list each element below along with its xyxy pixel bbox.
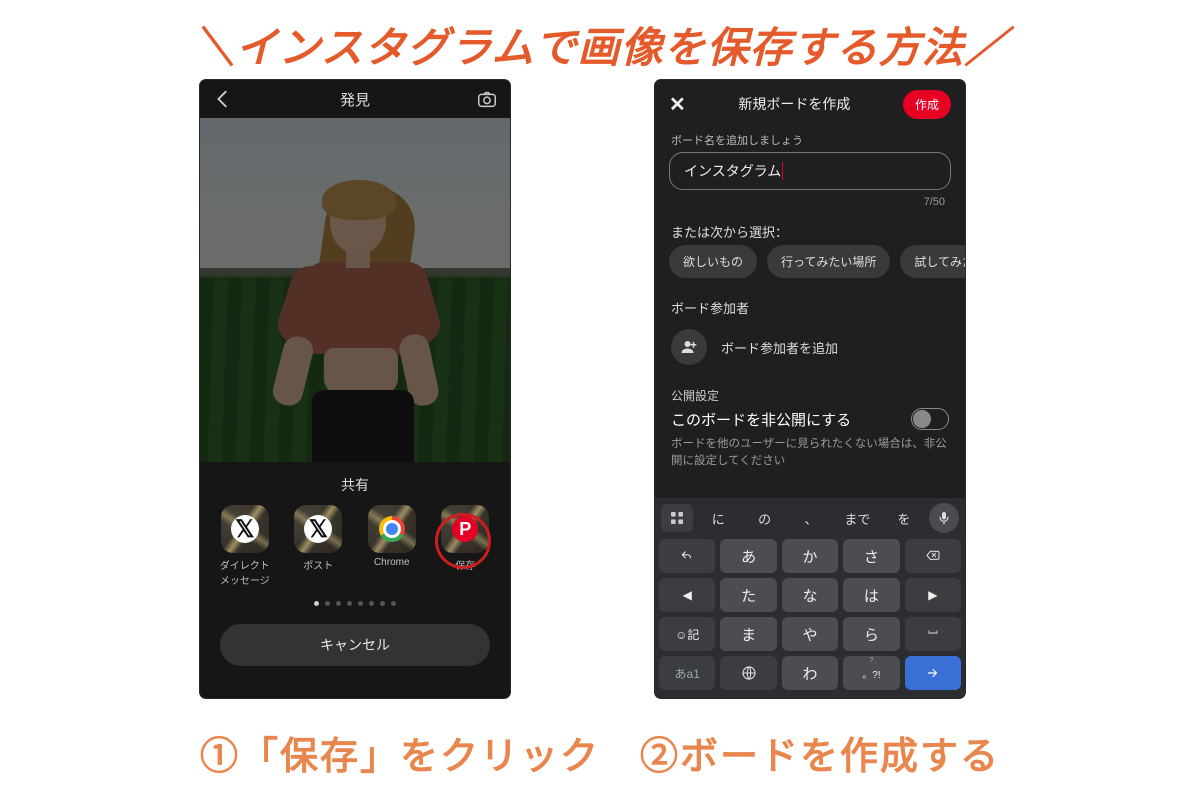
share-row: 𝕏 ダイレクト メッセージ 𝕏 ポスト Chrome P 保存 bbox=[200, 505, 510, 587]
key-backspace[interactable] bbox=[905, 539, 961, 573]
sugg-word[interactable]: の bbox=[743, 509, 785, 528]
participants-header: ボード参加者 bbox=[671, 298, 949, 317]
ig-photo[interactable] bbox=[200, 118, 510, 462]
pinterest-icon: P bbox=[452, 516, 478, 542]
key-ma[interactable]: ま bbox=[720, 617, 776, 651]
key-ka[interactable]: か bbox=[782, 539, 838, 573]
cancel-button[interactable]: キャンセル bbox=[220, 624, 490, 666]
sugg-word[interactable]: を bbox=[883, 509, 925, 528]
soft-keyboard: に の 、 まで を あ か さ ◀ た な は ▶ bbox=[655, 498, 965, 698]
privacy-subtitle: ボードを他のユーザーに見られたくない場合は、非公開に設定してください bbox=[671, 436, 949, 471]
sugg-word[interactable]: に bbox=[697, 509, 739, 528]
share-direct-message[interactable]: 𝕏 ダイレクト メッセージ bbox=[212, 505, 278, 587]
chip-places[interactable]: 行ってみたい場所 bbox=[767, 245, 890, 278]
privacy-toggle[interactable] bbox=[911, 408, 949, 430]
share-label: ポスト bbox=[285, 557, 351, 572]
pt-title: 新規ボードを作成 bbox=[738, 94, 850, 114]
key-enter[interactable] bbox=[905, 656, 961, 690]
tutorial-headline: ＼インスタグラムで画像を保存する方法／ bbox=[0, 14, 1200, 75]
key-right[interactable]: ▶ bbox=[905, 578, 961, 612]
key-globe[interactable] bbox=[720, 656, 776, 690]
pt-topbar: ✕ 新規ボードを作成 作成 bbox=[655, 80, 965, 128]
key-wa[interactable]: わ bbox=[782, 656, 838, 690]
add-participant-icon bbox=[671, 329, 707, 365]
ig-page-title: 発見 bbox=[340, 89, 370, 110]
share-post[interactable]: 𝕏 ポスト bbox=[285, 505, 351, 587]
key-na[interactable]: な bbox=[782, 578, 838, 612]
chrome-icon bbox=[379, 516, 405, 542]
dim-overlay bbox=[200, 118, 510, 462]
board-name-value: インスタグラム bbox=[684, 161, 781, 181]
privacy-title: このボードを非公開にする bbox=[671, 409, 851, 430]
suggestion-chips: 欲しいもの 行ってみたい場所 試してみたい bbox=[655, 245, 965, 278]
chip-wishlist[interactable]: 欲しいもの bbox=[669, 245, 757, 278]
share-label: ダイレクト メッセージ bbox=[212, 557, 278, 587]
board-name-input[interactable]: インスタグラム bbox=[669, 152, 951, 190]
share-header: 共有 bbox=[200, 475, 510, 495]
suggestion-bar: に の 、 まで を bbox=[659, 502, 961, 534]
key-alpha[interactable]: あa1 bbox=[659, 656, 715, 690]
share-pager bbox=[200, 601, 510, 606]
char-counter: 7/50 bbox=[675, 196, 945, 208]
key-space[interactable] bbox=[905, 617, 961, 651]
select-from-label: または次から選択： bbox=[671, 222, 949, 241]
camera-icon[interactable] bbox=[476, 88, 498, 110]
share-chrome[interactable]: Chrome bbox=[359, 505, 425, 587]
x-icon: 𝕏 bbox=[304, 515, 332, 543]
create-button[interactable]: 作成 bbox=[903, 90, 951, 119]
key-ta[interactable]: た bbox=[720, 578, 776, 612]
sugg-word[interactable]: 、 bbox=[790, 509, 832, 528]
sugg-word[interactable]: まで bbox=[836, 509, 878, 528]
key-undo[interactable] bbox=[659, 539, 715, 573]
key-a[interactable]: あ bbox=[720, 539, 776, 573]
key-emoji[interactable]: ☺記 bbox=[659, 617, 715, 651]
ig-topbar: 発見 bbox=[200, 80, 510, 118]
share-label: 保存 bbox=[432, 557, 498, 572]
phone-pinterest: ✕ 新規ボードを作成 作成 ボード名を追加しましょう インスタグラム 7/50 … bbox=[655, 80, 965, 698]
back-arrow-icon[interactable] bbox=[212, 88, 234, 110]
board-name-label: ボード名を追加しましょう bbox=[671, 132, 949, 148]
x-icon: 𝕏 bbox=[231, 515, 259, 543]
key-sa[interactable]: さ bbox=[843, 539, 899, 573]
chip-try[interactable]: 試してみたい bbox=[900, 245, 965, 278]
phone-instagram: 発見 共有 𝕏 ダイレクト メッセージ 𝕏 bbox=[200, 80, 510, 698]
key-ha[interactable]: は bbox=[843, 578, 899, 612]
key-ya[interactable]: や bbox=[782, 617, 838, 651]
keyboard-grid-icon[interactable] bbox=[661, 504, 693, 532]
privacy-header: 公開設定 bbox=[671, 387, 949, 404]
tutorial-steps: ①「保存」をクリック ②ボードを作成する bbox=[0, 725, 1200, 780]
mic-icon[interactable] bbox=[929, 503, 959, 533]
share-save-pinterest[interactable]: P 保存 bbox=[432, 505, 498, 587]
key-punct[interactable]: ? 。?! bbox=[843, 656, 899, 690]
add-participant-label: ボード参加者を追加 bbox=[721, 338, 838, 357]
share-label: Chrome bbox=[359, 557, 425, 568]
text-caret bbox=[782, 162, 783, 180]
key-ra[interactable]: ら bbox=[843, 617, 899, 651]
close-icon[interactable]: ✕ bbox=[669, 92, 686, 117]
key-left[interactable]: ◀ bbox=[659, 578, 715, 612]
add-participant-row[interactable]: ボード参加者を追加 bbox=[671, 329, 949, 365]
